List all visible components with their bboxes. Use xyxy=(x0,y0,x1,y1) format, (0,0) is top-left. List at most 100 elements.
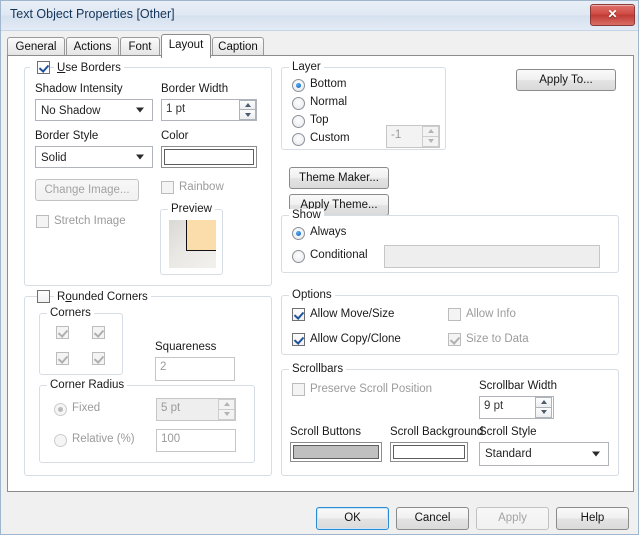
border-style-label: Border Style xyxy=(35,130,99,142)
spinner-up-icon xyxy=(223,402,230,407)
corner-top-left-checkbox xyxy=(56,326,69,339)
stretch-image-label: Stretch Image xyxy=(54,215,126,227)
help-button[interactable]: Help xyxy=(556,507,629,530)
layer-bottom-label: Bottom xyxy=(310,78,347,90)
use-borders-checkbox[interactable] xyxy=(37,61,50,74)
border-preview-image xyxy=(169,220,216,268)
spinner-up-icon xyxy=(540,400,547,405)
border-color-value xyxy=(164,149,254,165)
scrollbar-width-label: Scrollbar Width xyxy=(479,380,557,392)
layer-group: Layer Bottom Normal Top Custom -1 xyxy=(281,61,446,150)
show-conditional-radio[interactable] xyxy=(292,250,305,263)
border-width-spinner[interactable] xyxy=(239,100,256,120)
size-to-data-checkbox xyxy=(448,333,461,346)
layer-custom-label: Custom xyxy=(310,132,350,144)
chevron-down-icon xyxy=(136,154,144,160)
layer-bottom-radio[interactable] xyxy=(292,79,305,92)
spinner-down-icon xyxy=(244,112,251,117)
use-borders-label-rest: se Borders xyxy=(65,62,121,74)
allow-move-size-label: Allow Move/Size xyxy=(310,308,395,320)
tab-caption[interactable]: Caption xyxy=(212,37,264,56)
rainbow-label: Rainbow xyxy=(179,181,224,193)
show-always-radio[interactable] xyxy=(292,227,305,240)
cancel-button[interactable]: Cancel xyxy=(396,507,469,530)
scrollbars-legend: Scrollbars xyxy=(289,363,347,375)
layer-normal-radio[interactable] xyxy=(292,97,305,110)
corner-radius-fixed-spinner xyxy=(218,399,235,420)
corner-radius-relative-input: 100 xyxy=(156,429,236,452)
tab-layout[interactable]: Layout xyxy=(161,34,211,58)
scroll-buttons-swatch[interactable] xyxy=(290,442,382,462)
rounded-corners-group: Rounded Corners Corners Squareness 2 Cor… xyxy=(24,290,272,476)
stretch-image-checkbox xyxy=(36,215,49,228)
spinner-up-icon xyxy=(244,103,251,107)
text-object-properties-dialog: Text Object Properties [Other] ✕ General… xyxy=(0,0,639,535)
chevron-down-icon xyxy=(136,107,144,113)
scroll-background-swatch[interactable] xyxy=(390,442,468,462)
preserve-scroll-position-checkbox xyxy=(292,383,305,396)
corner-radius-relative-label: Relative (%) xyxy=(72,433,135,445)
border-style-value: Solid xyxy=(41,152,67,164)
corner-radius-group: Corner Radius Fixed 5 pt Relative (%) 10… xyxy=(39,379,255,463)
scroll-buttons-label: Scroll Buttons xyxy=(290,426,361,438)
layout-tab-page: Use Borders Shadow Intensity No Shadow B… xyxy=(7,55,634,492)
preview-group: Preview xyxy=(160,203,223,275)
apply-to-button[interactable]: Apply To... xyxy=(516,69,616,91)
scroll-style-dropdown[interactable]: Standard xyxy=(479,442,609,466)
shadow-intensity-dropdown[interactable]: No Shadow xyxy=(35,99,153,121)
layer-normal-label: Normal xyxy=(310,96,348,108)
spinner-up-icon xyxy=(427,129,434,134)
corner-radius-legend: Corner Radius xyxy=(47,379,128,391)
scroll-style-label: Scroll Style xyxy=(479,426,537,438)
allow-copy-clone-label: Allow Copy/Clone xyxy=(310,333,401,345)
border-width-label: Border Width xyxy=(161,83,229,95)
close-button[interactable]: ✕ xyxy=(590,4,635,26)
options-group: Options Allow Move/Size Allow Copy/Clone… xyxy=(281,289,619,355)
squareness-input: 2 xyxy=(155,357,235,381)
scroll-buttons-color xyxy=(293,445,379,459)
close-icon: ✕ xyxy=(607,7,618,21)
layer-custom-spinner[interactable] xyxy=(422,126,439,147)
change-image-button: Change Image... xyxy=(35,179,139,201)
show-always-label: Always xyxy=(310,226,347,238)
spinner-down-icon xyxy=(427,139,434,144)
allow-copy-clone-checkbox[interactable] xyxy=(292,333,305,346)
chevron-down-icon xyxy=(592,451,600,457)
show-legend: Show xyxy=(289,209,324,221)
preview-sheet xyxy=(185,220,216,251)
color-label: Color xyxy=(161,130,189,142)
preserve-scroll-position-label: Preserve Scroll Position xyxy=(310,383,433,395)
allow-info-label: Allow Info xyxy=(466,308,516,320)
rounded-corners-label: Rounded Corners xyxy=(54,291,151,303)
tab-general[interactable]: General xyxy=(7,37,65,56)
theme-maker-button[interactable]: Theme Maker... xyxy=(289,167,389,189)
scroll-background-color xyxy=(393,445,465,459)
corner-radius-fixed-label: Fixed xyxy=(72,402,101,414)
allow-move-size-checkbox[interactable] xyxy=(292,308,305,321)
scroll-style-value: Standard xyxy=(485,448,532,460)
tab-font[interactable]: Font xyxy=(120,37,160,56)
spinner-down-icon xyxy=(540,410,547,415)
show-conditional-label: Conditional xyxy=(310,249,368,261)
scrollbars-group: Scrollbars Preserve Scroll Position Scro… xyxy=(281,363,619,476)
layer-custom-radio[interactable] xyxy=(292,133,305,146)
scroll-background-label: Scroll Background xyxy=(390,426,484,438)
window-title: Text Object Properties [Other] xyxy=(10,7,175,21)
ok-button[interactable]: OK xyxy=(316,507,389,530)
layer-top-radio[interactable] xyxy=(292,115,305,128)
squareness-label: Squareness xyxy=(155,341,217,353)
border-color-swatch[interactable] xyxy=(161,146,257,168)
tab-actions[interactable]: Actions xyxy=(66,37,119,56)
corner-radius-fixed-radio xyxy=(54,403,67,416)
scrollbar-width-spinner[interactable] xyxy=(535,397,552,418)
border-style-dropdown[interactable]: Solid xyxy=(35,146,153,168)
preview-legend: Preview xyxy=(168,203,215,215)
corner-radius-relative-radio xyxy=(54,434,67,447)
apply-button: Apply xyxy=(476,507,549,530)
rounded-corners-checkbox[interactable] xyxy=(37,290,50,303)
corners-group: Corners xyxy=(39,307,123,375)
rainbow-checkbox xyxy=(161,181,174,194)
corner-bottom-left-checkbox xyxy=(56,352,69,365)
show-group: Show Always Conditional xyxy=(281,209,619,273)
title-bar: Text Object Properties [Other] ✕ xyxy=(1,1,638,31)
